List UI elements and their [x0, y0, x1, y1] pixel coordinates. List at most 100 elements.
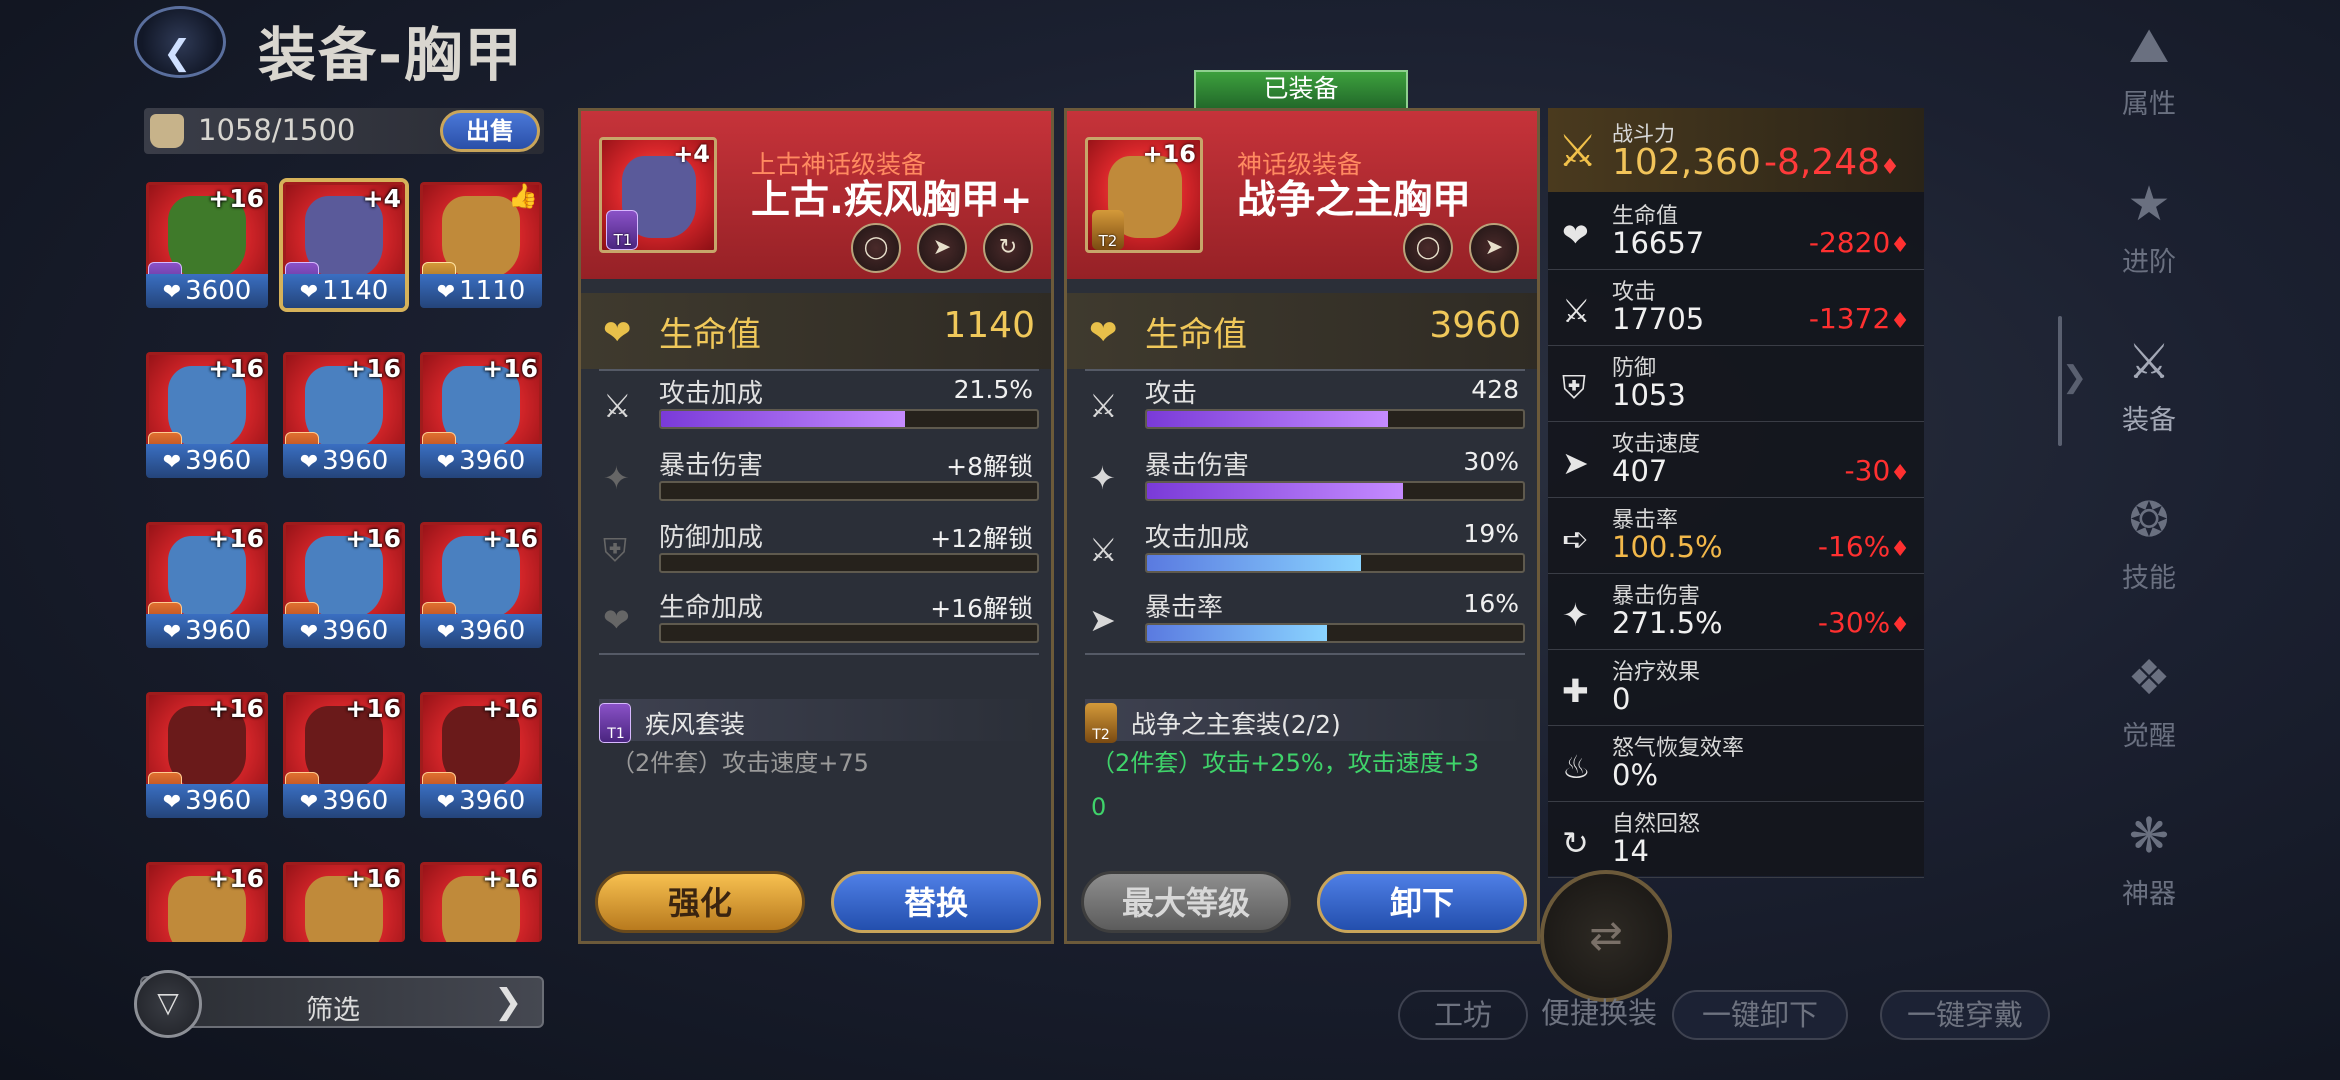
equip-all-button[interactable]: 一键穿戴	[1880, 990, 2050, 1040]
item-level: +16	[345, 864, 401, 893]
nav-label: 进阶	[2122, 247, 2176, 278]
unequip-all-button[interactable]: 一键卸下	[1672, 990, 1848, 1040]
equipment-slot[interactable]: +16T3❤3960	[146, 352, 268, 478]
hp-label: ❤ 3600	[146, 274, 268, 308]
swap-icon[interactable]: ⇄	[1540, 870, 1672, 1002]
hp-label: ❤ 3960	[283, 444, 405, 478]
nav-tab-awaken[interactable]: ❖ 觉醒	[2104, 650, 2194, 753]
stat-row: ➪ 暴击率 100.5% -16%♦	[1548, 498, 1924, 574]
hp-label: ❤ 3960	[420, 614, 542, 648]
nav-tab-attributes[interactable]: ⛰ 属性	[2104, 18, 2194, 121]
equipment-slot[interactable]: +16T1❤3600	[146, 182, 268, 308]
stat-delta: -2820♦	[1808, 226, 1910, 259]
workshop-button[interactable]: 工坊	[1398, 990, 1528, 1040]
sub-stat-value: +12解锁	[930, 524, 1033, 553]
item-level: +16	[208, 524, 264, 553]
page-title: 装备-胸甲	[258, 21, 525, 89]
heart-icon: ❤	[162, 450, 182, 475]
hp-label: ❤ 3960	[283, 614, 405, 648]
equipment-slot[interactable]: +16	[146, 862, 268, 942]
equipment-slot[interactable]: +16T3❤3960	[146, 522, 268, 648]
item-level: +16	[208, 864, 264, 893]
equipment-slot[interactable]: +16T3❤3960	[283, 522, 405, 648]
item-header: +4 T1 上古神话级装备 上古.疾风胸甲+ ◯ ➤ ↻	[581, 111, 1051, 279]
nav-tab-artifact[interactable]: ❋ 神器	[2104, 808, 2194, 911]
bag-icon	[150, 114, 184, 148]
equipment-slot[interactable]: +16T3❤3960	[146, 692, 268, 818]
item-detail-panel-selected: +4 T1 上古神话级装备 上古.疾风胸甲+ ◯ ➤ ↻ ❤ 生命值 1140 …	[578, 108, 1054, 944]
filter-icon[interactable]: ▽	[134, 970, 202, 1038]
nav-label: 属性	[2122, 89, 2176, 120]
stat-row: ⚔ 攻击 17705 -1372♦	[1548, 270, 1924, 346]
quick-swap-button[interactable]: 便捷换装	[1536, 990, 1662, 1040]
stat-value: 100.5%	[1612, 530, 1723, 564]
sub-stat-bar	[659, 409, 1039, 429]
item-level: +16	[208, 184, 264, 213]
stat-value: 0	[1612, 682, 1631, 716]
main-stat-value: 1140	[943, 305, 1035, 346]
share-icon[interactable]: ➤	[1469, 223, 1519, 273]
item-level: +4	[362, 184, 401, 213]
lock-icon[interactable]: ◯	[1403, 223, 1453, 273]
sell-button[interactable]: 出售	[440, 110, 540, 152]
sub-stat-bar	[1145, 481, 1525, 501]
equipment-slot[interactable]: +16T3❤3960	[420, 352, 542, 478]
item-detail-panel-equipped: +16 T2 神话级装备 战争之主胸甲 ◯ ➤ ❤ 生命值 3960 ⚔ 攻击 42…	[1064, 108, 1540, 944]
advance-icon: ★	[2127, 176, 2171, 232]
stat-value: 14	[1612, 834, 1649, 868]
sword-icon: ⚔	[1089, 387, 1118, 425]
enhance-button[interactable]: 强化	[595, 871, 805, 933]
heart-icon: ❤	[603, 313, 632, 353]
sword-plus-icon: ⚔	[1089, 531, 1118, 569]
equipment-slot[interactable]: +16T3❤3960	[420, 692, 542, 818]
sub-stat-bar	[1145, 553, 1525, 573]
set-tier-icon: T2	[1085, 703, 1117, 743]
sub-stat-bar-fill	[661, 411, 906, 427]
chevron-right-icon[interactable]: ❯	[2062, 360, 2087, 395]
sword-icon: ⚔	[1562, 292, 1591, 330]
nav-tab-advance[interactable]: ★ 进阶	[2104, 176, 2194, 279]
equipped-badge: 已装备	[1194, 70, 1408, 110]
nav-tab-equipment[interactable]: ⚔ 装备	[2104, 334, 2194, 437]
sub-stat-bar-fill	[1147, 411, 1388, 427]
stat-row: ➤ 攻击速度 407 -30♦	[1548, 422, 1924, 498]
hp-label: ❤ 3960	[420, 444, 542, 478]
equipment-slot[interactable]: +4T1❤1140	[279, 178, 409, 312]
equipment-slot[interactable]: +16	[283, 862, 405, 942]
back-button[interactable]: ❮	[128, 2, 232, 82]
unequip-button[interactable]: 卸下	[1317, 871, 1527, 933]
equipment-slot[interactable]: +16T3❤3960	[283, 692, 405, 818]
heal-icon: ✚	[1562, 672, 1589, 710]
crit-rate-icon: ➪	[1562, 520, 1589, 558]
down-arrow-icon: ♦	[1890, 613, 1910, 638]
set-description: （2件套）攻击速度+75	[611, 749, 869, 777]
attributes-icon: ⛰	[2128, 18, 2170, 74]
down-arrow-icon: ♦	[1890, 461, 1910, 486]
nav-label: 技能	[2122, 563, 2176, 594]
combat-power-value: 102,360	[1612, 142, 1761, 183]
stat-delta: -30♦	[1844, 454, 1910, 487]
stat-row: ♨ 怒气恢复效率 0%	[1548, 726, 1924, 802]
sub-stat-row: ➤ 暴击率 16%	[1067, 587, 1537, 653]
hp-label: ❤ 1110	[420, 274, 542, 308]
equipment-slot[interactable]: +16T3❤3960	[420, 522, 542, 648]
compare-icon[interactable]: ↻	[983, 223, 1033, 273]
equipment-slot[interactable]: 👍T2❤1110	[420, 182, 542, 308]
share-icon[interactable]: ➤	[917, 223, 967, 273]
stat-row: ✦ 暴击伤害 271.5% -30%♦	[1548, 574, 1924, 650]
equipment-slot[interactable]: +16T3❤3960	[283, 352, 405, 478]
replace-button[interactable]: 替换	[831, 871, 1041, 933]
nav-label: 神器	[2122, 879, 2176, 910]
item-level: +16	[482, 354, 538, 383]
item-level: +16	[345, 524, 401, 553]
nav-tab-skill[interactable]: ❂ 技能	[2104, 492, 2194, 595]
down-arrow-icon: ♦	[1890, 309, 1910, 334]
chevron-right-icon: ❯	[494, 982, 523, 1022]
equipment-slot[interactable]: +16	[420, 862, 542, 942]
rage-regen-icon: ↻	[1562, 824, 1589, 862]
stat-value: 17705	[1612, 302, 1705, 336]
max-level-button[interactable]: 最大等级	[1081, 871, 1291, 933]
lock-icon[interactable]: ◯	[851, 223, 901, 273]
sub-stat-value: 21.5%	[953, 375, 1033, 404]
set-bonus-row: T1 疾风套装	[599, 699, 1039, 743]
